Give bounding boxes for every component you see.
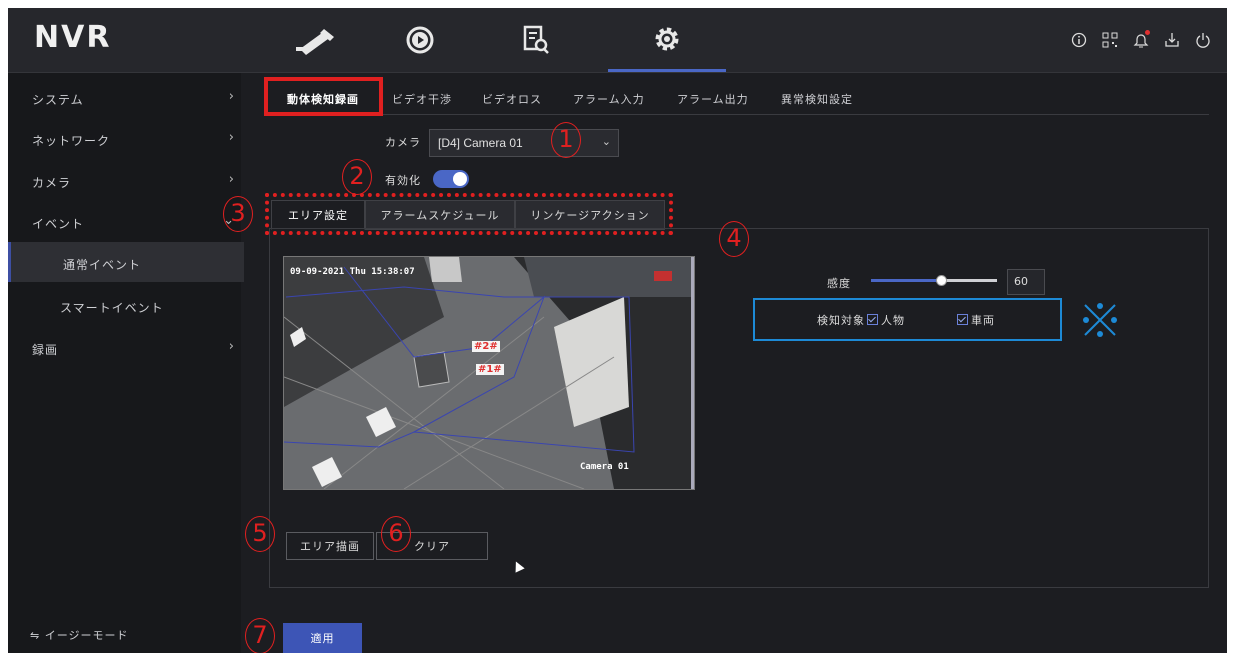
sidebar-item-smart-event[interactable]: スマートイベント <box>8 285 241 325</box>
nvr-window: NVR システム › ネットワーク › カメラ › イベント ⌄ 通常イベント … <box>8 8 1227 653</box>
sensitivity-slider-fill <box>871 279 941 282</box>
video-camera-name: Camera 01 <box>580 462 629 472</box>
sidebar-item-recording[interactable]: 録画 › <box>8 327 241 367</box>
info-icon[interactable] <box>1069 30 1089 50</box>
tab-alarm-input[interactable]: アラーム入力 <box>573 91 645 107</box>
detect-target-label: 検知対象 <box>817 314 865 327</box>
tab-divider <box>269 114 1209 115</box>
sensitivity-slider-thumb[interactable] <box>936 275 947 286</box>
chevron-right-icon: › <box>228 89 235 104</box>
nav-tab-settings[interactable] <box>608 8 726 72</box>
tab-exception[interactable]: 異常検知設定 <box>781 91 853 107</box>
sidebar-item-label: ネットワーク <box>32 134 111 148</box>
sensitivity-slider[interactable] <box>871 275 997 286</box>
enable-label: 有効化 <box>385 174 421 187</box>
sidebar: システム › ネットワーク › カメラ › イベント ⌄ 通常イベント スマート… <box>8 73 244 653</box>
qr-code-icon[interactable] <box>1100 30 1120 50</box>
annotation-number-2: 2 <box>342 159 372 195</box>
annotation-number-1: 1 <box>551 122 581 158</box>
chevron-right-icon: › <box>228 339 235 354</box>
power-icon[interactable] <box>1193 30 1213 50</box>
tab-video-loss[interactable]: ビデオロス <box>482 91 542 107</box>
camera-icon <box>296 29 334 55</box>
sidebar-item-normal-event[interactable]: 通常イベント <box>8 242 244 282</box>
sidebar-item-network[interactable]: ネットワーク › <box>8 118 241 158</box>
sidebar-item-camera[interactable]: カメラ › <box>8 160 241 200</box>
asterisk-note-icon <box>1083 303 1117 337</box>
annotation-number-5: 5 <box>245 516 275 552</box>
main-content: 動体検知録画 ビデオ干渉 ビデオロス アラーム入力 アラーム出力 異常検知設定 … <box>223 73 1227 653</box>
sidebar-item-label: システム <box>32 93 84 107</box>
toggle-knob <box>453 172 467 186</box>
zone-label-2: #2# <box>472 341 500 352</box>
sensitivity-label: 感度 <box>827 277 851 290</box>
sidebar-item-label: カメラ <box>32 176 72 190</box>
top-bar: NVR <box>8 8 1227 73</box>
annotation-number-4: 4 <box>719 221 749 257</box>
chevron-right-icon: › <box>228 172 235 187</box>
annotation-number-6: 6 <box>381 516 411 552</box>
human-checkbox[interactable] <box>867 314 878 325</box>
sensitivity-value[interactable]: 60 <box>1007 269 1045 295</box>
tab-video-tampering[interactable]: ビデオ干渉 <box>392 91 452 107</box>
draw-area-button[interactable]: エリア描画 <box>286 532 374 560</box>
vehicle-checkbox[interactable] <box>957 314 968 325</box>
camera-select-value: [D4] Camera 01 <box>438 136 523 150</box>
annotation-highlight-tab <box>264 77 383 116</box>
sidebar-item-label: 録画 <box>32 343 59 357</box>
tab-alarm-output[interactable]: アラーム出力 <box>677 91 749 107</box>
nav-tab-live-view[interactable] <box>266 8 366 72</box>
easy-mode-toggle[interactable]: ⇋ イージーモード <box>30 627 129 643</box>
camera-label: カメラ <box>385 136 421 149</box>
nav-tab-playback[interactable] <box>370 8 470 72</box>
playback-icon <box>406 26 434 54</box>
download-icon[interactable] <box>1162 30 1182 50</box>
camera-preview[interactable]: 09-09-2021 Thu 15:38:07 Camera 01 #2# #1… <box>283 256 695 490</box>
status-icons <box>1069 30 1213 50</box>
chevron-right-icon: › <box>228 130 235 145</box>
human-label: 人物 <box>881 314 905 327</box>
sidebar-item-label: 通常イベント <box>63 258 142 272</box>
logo: NVR <box>34 20 112 55</box>
sidebar-item-label: スマートイベント <box>60 301 164 315</box>
notification-bell-icon[interactable] <box>1131 30 1151 50</box>
gear-icon <box>655 27 679 50</box>
annotation-number-3: 3 <box>223 196 253 232</box>
zone-label-1: #1# <box>476 364 504 375</box>
chevron-down-icon: ⌄ <box>601 135 611 148</box>
apply-button[interactable]: 適用 <box>283 623 362 653</box>
nav-tab-search[interactable] <box>486 8 586 72</box>
vehicle-label: 車両 <box>971 314 995 327</box>
sidebar-item-system[interactable]: システム › <box>8 77 241 117</box>
enable-toggle[interactable] <box>433 170 469 188</box>
camera-select[interactable]: [D4] Camera 01 ⌄ <box>429 129 619 157</box>
sidebar-item-label: イベント <box>32 217 85 231</box>
video-timestamp: 09-09-2021 Thu 15:38:07 <box>290 267 415 277</box>
annotation-number-7: 7 <box>245 618 275 653</box>
file-search-icon <box>523 25 549 54</box>
sidebar-item-event[interactable]: イベント ⌄ <box>8 201 241 241</box>
annotation-highlight-detect-target <box>753 298 1062 341</box>
